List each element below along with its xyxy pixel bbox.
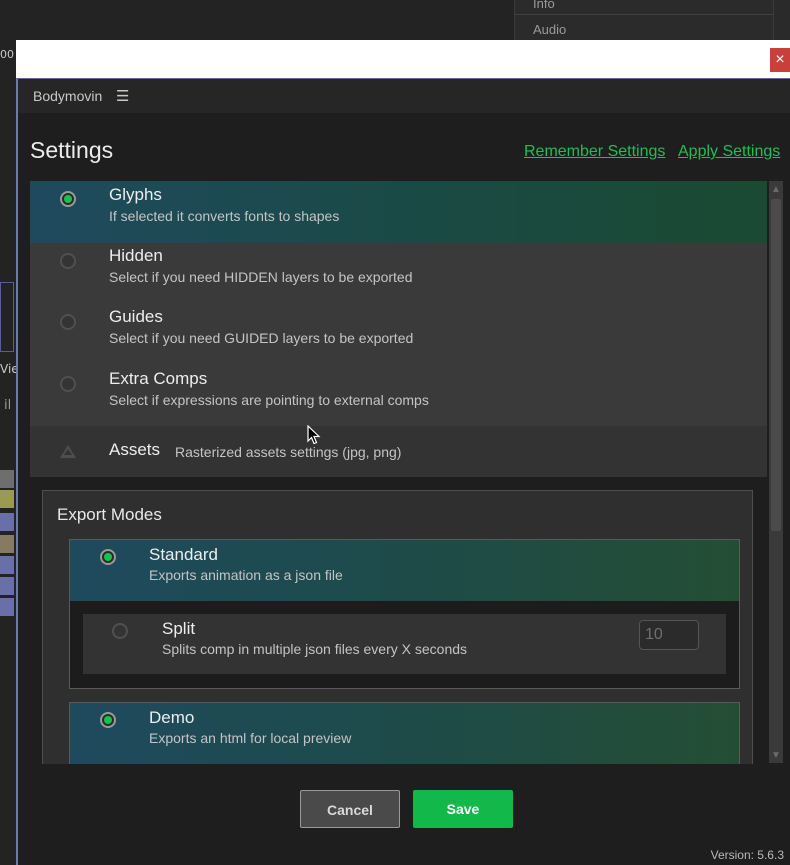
setting-description: Select if you need HIDDEN layers to be e… bbox=[109, 269, 413, 285]
version-label: Version: 5.6.3 bbox=[710, 848, 784, 862]
host-label-fragment: il bbox=[4, 398, 12, 413]
page-title: Settings bbox=[30, 137, 114, 163]
host-panel-info[interactable]: Info bbox=[515, 0, 775, 15]
scroll-up-icon[interactable]: ▲ bbox=[769, 183, 783, 197]
host-timecode-fragment: 00 bbox=[0, 48, 14, 61]
standard-radio[interactable] bbox=[100, 549, 116, 565]
demo-description: Exports an html for local preview bbox=[149, 730, 352, 746]
split-seconds-input[interactable]: 10 bbox=[639, 620, 699, 650]
bodymovin-dialog: Bodymovin ☰ Settings Remember Settings A… bbox=[16, 79, 790, 865]
scroll-down-icon[interactable]: ▼ bbox=[769, 749, 783, 763]
settings-list: Glyphs If selected it converts fonts to … bbox=[30, 181, 767, 477]
split-radio[interactable] bbox=[112, 623, 128, 639]
scroll-thumb[interactable] bbox=[771, 199, 781, 531]
app-title: Bodymovin bbox=[33, 88, 103, 104]
header-bar: Bodymovin ☰ bbox=[18, 79, 790, 113]
setting-hidden[interactable]: Hidden Select if you need HIDDEN layers … bbox=[30, 243, 767, 305]
setting-title: Extra Comps bbox=[109, 369, 208, 388]
demo-title: Demo bbox=[149, 708, 195, 727]
remember-settings-link[interactable]: Remember Settings bbox=[524, 143, 665, 161]
export-mode-split[interactable]: Split Splits comp in multiple json files… bbox=[83, 614, 726, 674]
host-app-sidebar bbox=[0, 0, 16, 865]
hidden-radio[interactable] bbox=[60, 253, 76, 269]
host-scrollbar[interactable] bbox=[773, 0, 790, 40]
expand-triangle-icon[interactable] bbox=[60, 445, 76, 458]
close-icon: × bbox=[775, 51, 785, 68]
hamburger-menu-icon[interactable]: ☰ bbox=[116, 87, 129, 105]
settings-scrollbar[interactable]: ▲ ▼ bbox=[769, 181, 783, 763]
mouse-cursor-icon bbox=[307, 425, 321, 445]
standard-title: Standard bbox=[149, 545, 218, 564]
setting-glyphs[interactable]: Glyphs If selected it converts fonts to … bbox=[30, 181, 767, 243]
setting-assets[interactable]: Assets Rasterized assets settings (jpg, … bbox=[30, 426, 767, 477]
setting-guides[interactable]: Guides Select if you need GUIDED layers … bbox=[30, 305, 767, 367]
host-info-panel: Info Audio bbox=[514, 0, 790, 40]
standard-mode-group: Standard Exports animation as a json fil… bbox=[69, 539, 740, 689]
window-titlebar: × bbox=[16, 40, 790, 79]
cancel-button[interactable]: Cancel bbox=[300, 790, 400, 828]
setting-description: Select if expressions are pointing to ex… bbox=[109, 392, 429, 408]
setting-title: Hidden bbox=[109, 246, 163, 265]
export-modes-panel: Export Modes Standard Exports animation … bbox=[42, 490, 753, 764]
assets-title: Assets bbox=[109, 440, 161, 459]
setting-description: Select if you need GUIDED layers to be e… bbox=[109, 330, 414, 346]
standard-description: Exports animation as a json file bbox=[149, 567, 343, 583]
setting-description: If selected it converts fonts to shapes bbox=[109, 208, 340, 224]
split-description: Splits comp in multiple json files every… bbox=[162, 641, 468, 657]
export-modes-title: Export Modes bbox=[57, 505, 162, 524]
save-button[interactable]: Save bbox=[413, 790, 513, 828]
glyphs-radio[interactable] bbox=[60, 191, 76, 207]
setting-title: Glyphs bbox=[109, 185, 162, 204]
setting-title: Guides bbox=[109, 307, 163, 326]
host-panel-audio[interactable]: Audio bbox=[515, 22, 775, 40]
extra-comps-radio[interactable] bbox=[60, 376, 76, 392]
export-mode-demo[interactable]: Demo Exports an html for local preview bbox=[69, 702, 740, 764]
setting-extra-comps[interactable]: Extra Comps Select if expressions are po… bbox=[30, 366, 767, 428]
demo-radio[interactable] bbox=[100, 712, 116, 728]
guides-radio[interactable] bbox=[60, 314, 76, 330]
export-mode-standard[interactable]: Standard Exports animation as a json fil… bbox=[70, 540, 739, 601]
split-title: Split bbox=[162, 619, 196, 638]
assets-description: Rasterized assets settings (jpg, png) bbox=[175, 444, 402, 460]
close-button[interactable]: × bbox=[770, 48, 790, 72]
apply-settings-link[interactable]: Apply Settings bbox=[678, 143, 780, 161]
